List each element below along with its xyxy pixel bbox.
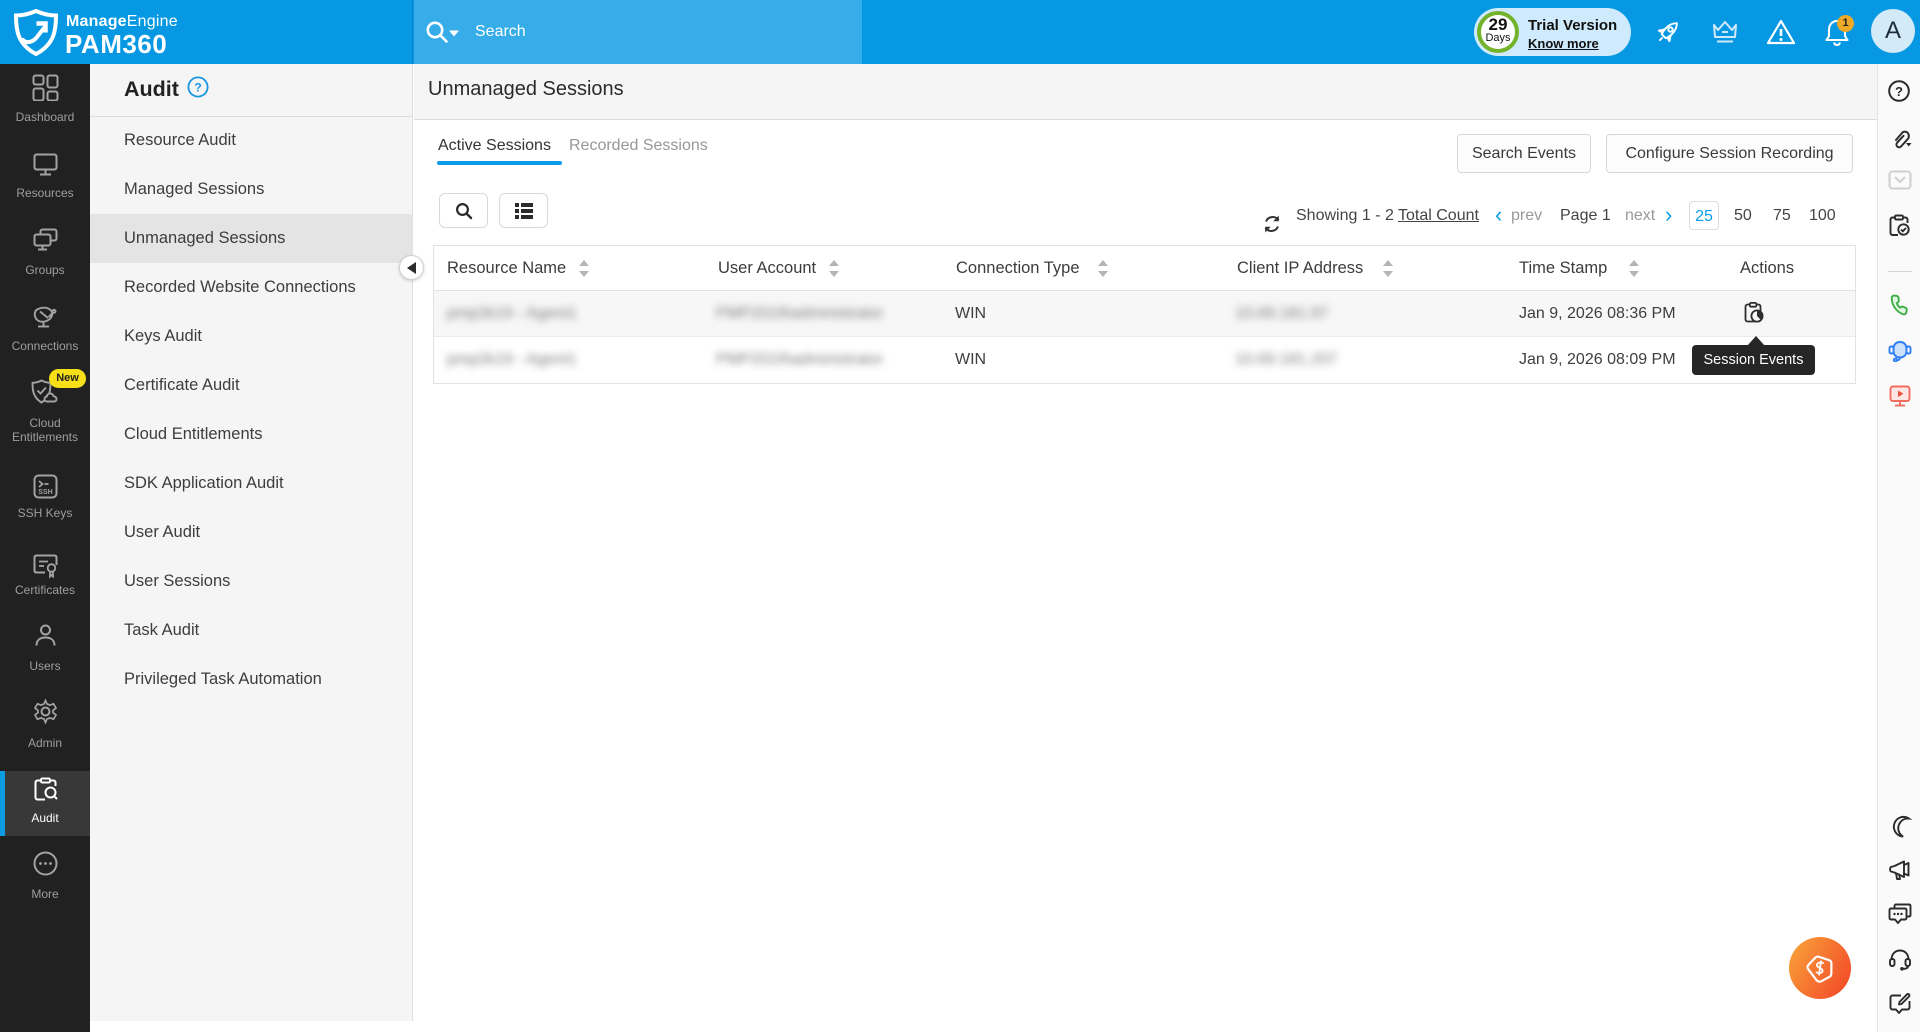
svg-text:?: ? xyxy=(194,81,201,95)
svg-text:SSH: SSH xyxy=(38,489,52,496)
svg-text:?: ? xyxy=(1895,84,1903,99)
